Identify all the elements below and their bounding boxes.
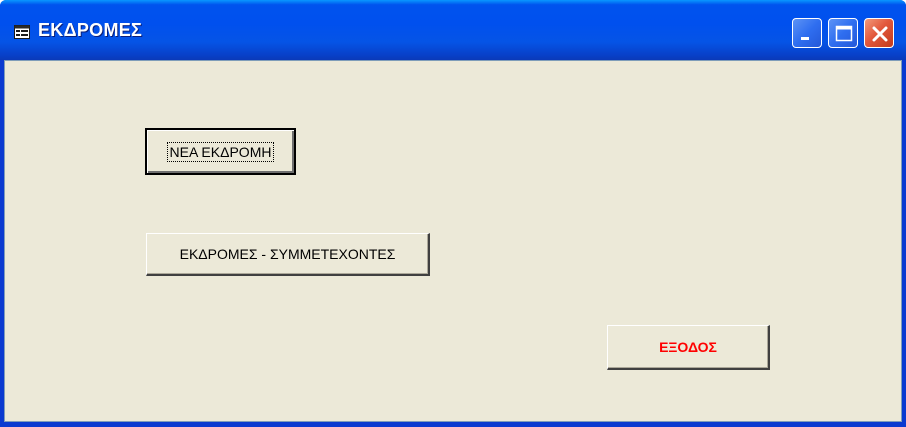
- new-trip-button[interactable]: ΝΕΑ ΕΚΔΡΟΜΗ: [145, 128, 296, 175]
- maximize-icon: [835, 25, 853, 42]
- maximize-button[interactable]: [828, 18, 858, 48]
- form-icon: [14, 25, 30, 39]
- trips-participants-label: ΕΚΔΡΟΜΕΣ - ΣΥΜΜΕΤΕΧΟΝΤΕΣ: [179, 246, 396, 262]
- close-button[interactable]: [864, 18, 894, 48]
- new-trip-label: ΝΕΑ ΕΚΔΡΟΜΗ: [166, 141, 275, 162]
- exit-label: ΕΞΟΔΟΣ: [659, 339, 717, 355]
- form-area: ΝΕΑ ΕΚΔΡΟΜΗ ΕΚΔΡΟΜΕΣ - ΣΥΜΜΕΤΕΧΟΝΤΕΣ ΕΞΟ…: [4, 60, 902, 422]
- exit-button[interactable]: ΕΞΟΔΟΣ: [607, 325, 770, 370]
- application-window: ΕΚΔΡΟΜΕΣ ΝΕΑ ΕΚΔΡΟΜΗ ΕΚΔΡΟΜΕΣ - ΣΥΜΜΕΤΕΧ…: [0, 0, 906, 427]
- minimize-icon: [801, 37, 809, 40]
- window-title: ΕΚΔΡΟΜΕΣ: [38, 20, 143, 40]
- close-icon: [872, 26, 888, 42]
- minimize-button[interactable]: [792, 18, 822, 48]
- title-bar[interactable]: ΕΚΔΡΟΜΕΣ: [0, 0, 906, 60]
- trips-participants-button[interactable]: ΕΚΔΡΟΜΕΣ - ΣΥΜΜΕΤΕΧΟΝΤΕΣ: [146, 233, 430, 276]
